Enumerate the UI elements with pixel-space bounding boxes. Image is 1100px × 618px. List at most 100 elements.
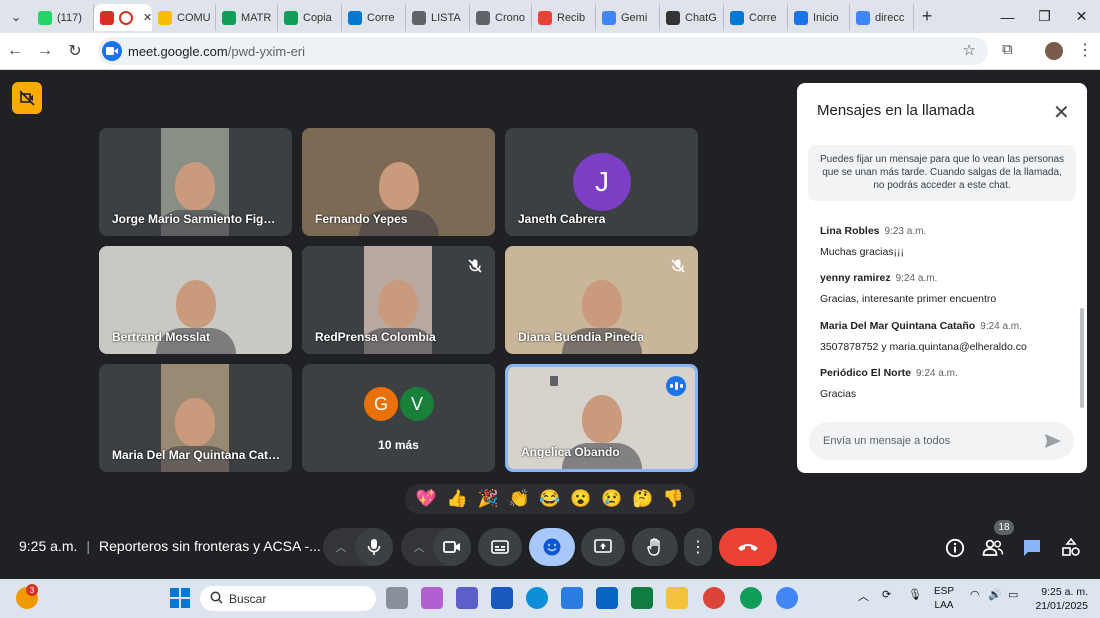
restore-icon[interactable]: ❐ (1026, 8, 1063, 25)
browser-tab[interactable]: direcc (850, 4, 914, 31)
minimize-icon[interactable]: — (989, 9, 1026, 25)
start-icon[interactable] (169, 587, 191, 609)
reload-icon[interactable]: ↻ (60, 41, 90, 61)
teams-icon[interactable] (456, 587, 478, 609)
forward-icon[interactable]: → (30, 42, 60, 60)
participant-tile[interactable]: RedPrensa Colombia (302, 246, 495, 354)
outlook-icon (348, 10, 362, 25)
message-time: 9:24 a.m. (895, 273, 938, 284)
chrome-profile-icon[interactable] (740, 587, 762, 609)
pin-icon[interactable] (550, 376, 558, 386)
browser-tab[interactable]: Copia (278, 4, 342, 31)
language-code: ESP (934, 586, 955, 597)
browser-tab[interactable]: Gemi (596, 4, 660, 31)
browser-tab[interactable]: Corre (724, 4, 788, 31)
battery-icon[interactable]: ▭ (1008, 588, 1018, 601)
tab-label: Inicio (813, 11, 839, 24)
new-tab-button[interactable]: + (914, 6, 940, 27)
close-window-icon[interactable]: ✕ (1063, 8, 1100, 25)
browser-tab[interactable]: LISTA (406, 4, 470, 31)
camera-button[interactable] (433, 528, 471, 566)
show-hidden-icons[interactable]: ︿ (858, 588, 869, 604)
browser-tab[interactable]: Inicio (788, 4, 850, 31)
browser-tab[interactable]: Recib (532, 4, 596, 31)
browser-tab[interactable]: ChatG (660, 4, 724, 31)
chat-message-input[interactable]: Envía un mensaje a todos (809, 422, 1074, 460)
participant-tile[interactable]: J Janeth Cabrera (505, 128, 698, 236)
back-icon[interactable]: ← (0, 42, 30, 60)
outlook-icon[interactable] (596, 587, 618, 609)
people-icon[interactable] (982, 537, 1004, 559)
reaction-emoji[interactable]: 😢 (601, 484, 622, 514)
raise-hand-button[interactable] (632, 528, 678, 566)
close-chat-icon[interactable]: ✕ (1053, 100, 1070, 125)
captions-button[interactable] (478, 528, 522, 566)
participant-tile[interactable]: G V 10 más (302, 364, 495, 472)
present-screen-button[interactable] (581, 528, 625, 566)
reaction-emoji[interactable]: 🤔 (632, 484, 653, 514)
reaction-emoji[interactable]: 👏 (508, 484, 529, 514)
participant-tile[interactable]: Diana Buendia Pineda (505, 246, 698, 354)
browser-tab[interactable]: Crono (470, 4, 532, 31)
edge-icon[interactable] (526, 587, 548, 609)
more-options-icon[interactable]: ⋮ (684, 528, 712, 566)
system-clock[interactable]: 9:25 a. m. 21/01/2025 (1030, 585, 1088, 613)
task-view-icon[interactable] (386, 587, 408, 609)
message-text: Gracias (820, 388, 857, 400)
video-options-chevron-icon[interactable]: ︿ (404, 528, 434, 566)
browser-tab[interactable]: COMU (152, 4, 216, 31)
activities-icon[interactable] (1060, 537, 1082, 559)
chrome-icon[interactable] (703, 587, 725, 609)
reaction-emoji[interactable]: 👎 (663, 484, 684, 514)
extensions-icon[interactable]: ⧉ (1002, 41, 1013, 58)
gmail-icon (538, 10, 552, 25)
volume-icon[interactable]: 🔊 (988, 588, 1002, 601)
reaction-emoji[interactable]: 😂 (539, 484, 560, 514)
store-icon[interactable] (561, 587, 583, 609)
taskbar-search[interactable]: Buscar (200, 586, 376, 611)
mic-tray-icon[interactable]: 🎙 (908, 588, 922, 601)
language-indicator[interactable]: ESP LAA (934, 585, 954, 613)
site-info-icon[interactable] (102, 41, 122, 61)
profile-avatar[interactable] (1045, 42, 1063, 60)
browser-tab[interactable]: MATR (216, 4, 278, 31)
copilot-icon[interactable] (421, 587, 443, 609)
participant-tile[interactable]: Maria Del Mar Quintana Cata... (99, 364, 292, 472)
participant-tile[interactable]: Fernando Yepes (302, 128, 495, 236)
url-path: /pwd-yxim-eri (227, 43, 306, 59)
reaction-emoji[interactable]: 😮 (570, 484, 591, 514)
excel-icon[interactable] (631, 587, 653, 609)
close-tab-icon[interactable]: ✕ (143, 11, 152, 24)
url-field[interactable]: meet.google.com/pwd-yxim-eri ☆ (98, 37, 988, 65)
reaction-emoji[interactable]: 👍 (447, 484, 468, 514)
chat-scrollbar[interactable] (1080, 308, 1084, 408)
tab-label: Corre (367, 11, 395, 24)
send-icon[interactable] (1044, 432, 1062, 453)
browser-tab[interactable]: ✕ (94, 4, 152, 31)
audio-options-chevron-icon[interactable]: ︿ (326, 528, 356, 566)
clock-date: 21/01/2025 (1035, 600, 1088, 612)
browser-tab[interactable]: (117) (32, 4, 94, 31)
sync-icon[interactable]: ⟳ (882, 588, 891, 601)
file-explorer-icon[interactable] (666, 587, 688, 609)
participant-avatar: J (573, 153, 631, 211)
participant-tile[interactable]: Angelica Obando (505, 364, 698, 472)
reactions-button[interactable] (529, 528, 575, 566)
meeting-details-icon[interactable] (944, 537, 966, 559)
bookmark-star-icon[interactable]: ☆ (963, 41, 976, 59)
reaction-emoji[interactable]: 💖 (416, 484, 437, 514)
chat-icon[interactable] (1021, 537, 1043, 559)
tab-label: LISTA (431, 11, 461, 24)
browser-menu-icon[interactable]: ⋮ (1077, 40, 1093, 60)
microphone-button[interactable] (355, 528, 393, 566)
leave-call-button[interactable] (719, 528, 777, 566)
browser-tab[interactable]: Corre (342, 4, 406, 31)
host-controls-icon[interactable] (12, 82, 42, 114)
tab-search-dropdown-icon[interactable]: ⌄ (0, 0, 32, 33)
word-icon[interactable] (491, 587, 513, 609)
participant-tile[interactable]: Bertrand Mosslat (99, 246, 292, 354)
chrome-profile-2-icon[interactable] (776, 587, 798, 609)
reaction-emoji[interactable]: 🎉 (478, 484, 499, 514)
participant-tile[interactable]: Jorge Mario Sarmiento Figuer... (99, 128, 292, 236)
wifi-icon[interactable]: ◠ (970, 588, 980, 601)
